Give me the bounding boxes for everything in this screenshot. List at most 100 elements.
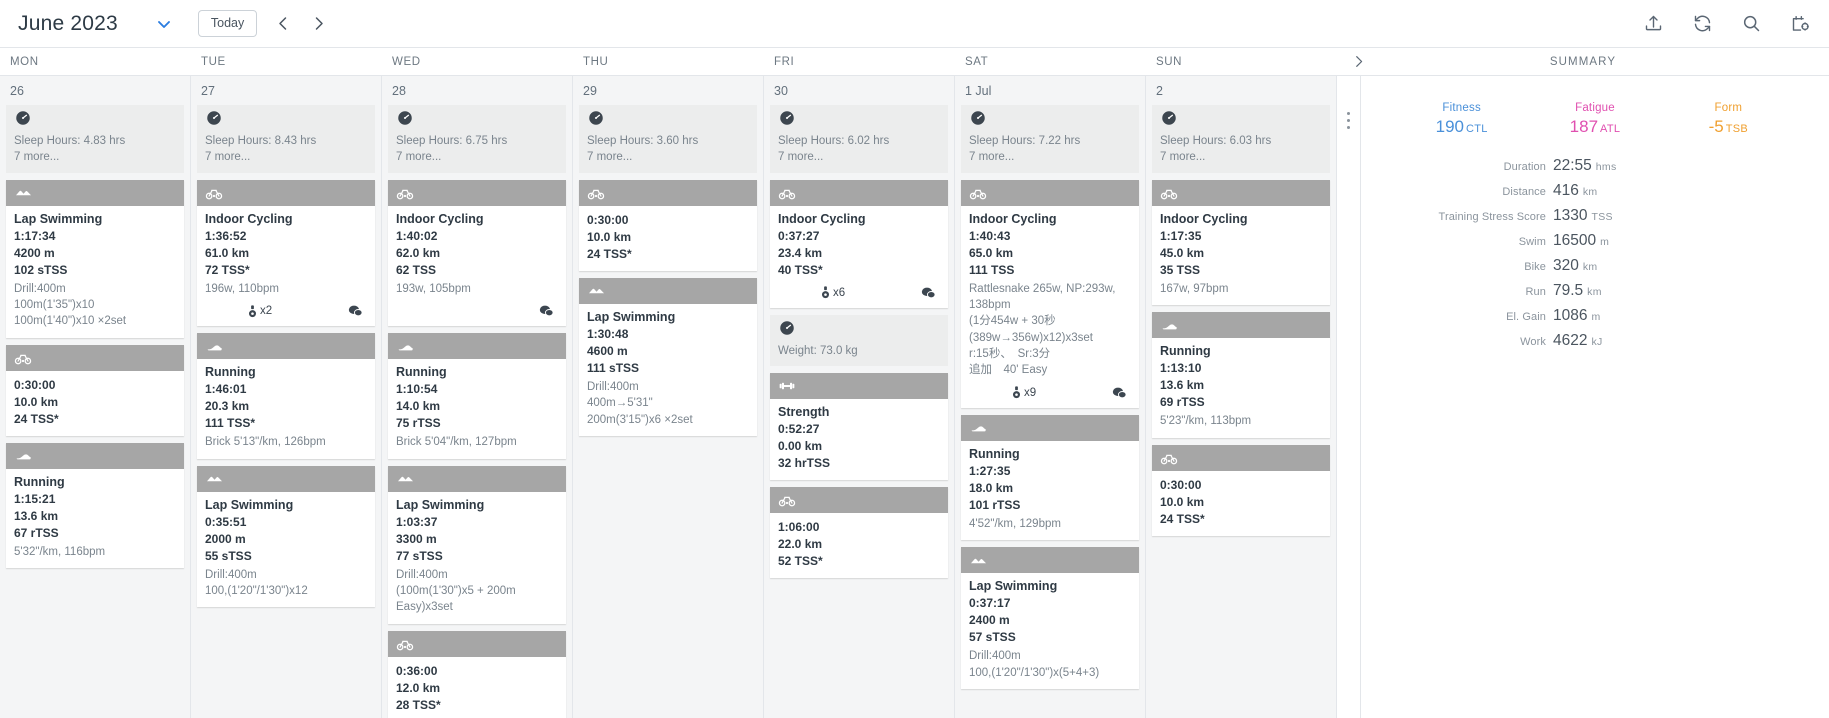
upload-icon[interactable] xyxy=(1643,13,1664,34)
summary-total-unit: m xyxy=(1600,236,1610,248)
activity-card-header xyxy=(197,465,375,492)
activity-title: Indoor Cycling xyxy=(1160,211,1248,226)
metric-card-header xyxy=(770,105,948,131)
activity-card[interactable]: Indoor Cycling 1:40:02 62.0 km 62 TSS 193w, … xyxy=(388,179,566,327)
activity-metric: 111 TSS xyxy=(969,262,1015,277)
comment-icon[interactable] xyxy=(1112,386,1127,400)
metric-card[interactable]: Sleep Hours: 6.75 hrs 7 more... xyxy=(388,105,566,173)
today-button[interactable]: Today xyxy=(197,10,258,37)
activity-card[interactable]: 0:36:00 12.0 km 28 TSS* xyxy=(388,630,566,718)
activity-card[interactable]: Running 1:13:10 13.6 km 69 rTSS 5'23"/km, 11… xyxy=(1152,312,1330,438)
activity-metric: 4600 m xyxy=(587,343,628,358)
activity-metric: 1:36:52 xyxy=(205,228,247,243)
activity-card[interactable]: 0:30:00 10.0 km 24 TSS* xyxy=(1152,444,1330,536)
summary-drag-handle[interactable] xyxy=(1337,76,1361,718)
activity-card[interactable]: Indoor Cycling 1:36:52 61.0 km 72 TSS* 196w,… xyxy=(197,179,375,327)
chevron-right-icon[interactable] xyxy=(1351,54,1366,69)
interval-badge[interactable]: x2 xyxy=(247,304,272,318)
activity-metric: 13.6 km xyxy=(14,508,59,523)
sync-icon[interactable] xyxy=(1692,13,1713,34)
activity-card[interactable]: Running 1:27:35 18.0 km 101 rTSS 4'52"/km, 1… xyxy=(961,414,1139,541)
next-period-button[interactable] xyxy=(310,15,327,32)
metric-card[interactable]: Weight: 73.0 kg xyxy=(770,314,948,367)
activity-metric: 1:03:37 xyxy=(396,514,438,529)
interval-badge-count: x6 xyxy=(832,286,846,299)
activity-card[interactable]: Indoor Cycling 0:37:27 23.4 km 40 TSS* x6 xyxy=(770,179,948,308)
activity-metric: 1:40:43 xyxy=(969,228,1011,243)
previous-period-button[interactable] xyxy=(275,15,292,32)
day-column: 1 Jul Sleep Hours: 7.22 hrs 7 more... Indoo… xyxy=(955,76,1146,718)
metric-card[interactable]: Sleep Hours: 7.22 hrs 7 more... xyxy=(961,105,1139,173)
activity-metric: 62 TSS xyxy=(396,262,437,277)
activity-note: 5'32"/km, 116bpm xyxy=(14,545,106,558)
summary-header: SUMMARY xyxy=(1337,48,1829,75)
metric-card[interactable]: Sleep Hours: 4.83 hrs 7 more... xyxy=(6,105,184,173)
activity-metric: 77 sTSS xyxy=(396,548,443,563)
activity-metric: 0:30:00 xyxy=(587,212,629,227)
interval-badge[interactable]: x6 xyxy=(820,286,845,299)
swim-icon xyxy=(205,469,224,488)
metric-card[interactable]: Sleep Hours: 8.43 hrs 7 more... xyxy=(197,105,375,173)
activity-metric: 0:30:00 xyxy=(14,377,56,392)
calendar-settings-icon[interactable] xyxy=(1790,13,1811,34)
activity-card-body: Indoor Cycling 1:36:52 61.0 km 72 TSS* 196w,… xyxy=(197,206,375,326)
day-number: 30 xyxy=(774,84,788,98)
activity-card-body: 0:30:00 10.0 km 24 TSS* xyxy=(6,371,184,436)
summary-total-value: 4622 xyxy=(1553,332,1588,349)
metric-card[interactable]: Sleep Hours: 6.03 hrs 7 more... xyxy=(1152,105,1330,173)
strength-icon xyxy=(778,377,796,395)
bike-icon xyxy=(969,184,987,202)
activity-card[interactable]: Lap Swimming 1:30:48 4600 m 111 sTSS Drill:4… xyxy=(579,277,757,436)
activity-card-header xyxy=(388,465,566,492)
comment-icon[interactable] xyxy=(921,286,936,300)
activity-metric: 1:17:35 xyxy=(1160,228,1202,243)
metric-card-body: Sleep Hours: 6.03 hrs 7 more... xyxy=(1152,131,1330,173)
metric-card[interactable]: Sleep Hours: 3.60 hrs 7 more... xyxy=(579,105,757,173)
run-icon xyxy=(969,418,988,437)
pmc-label: Fitness xyxy=(1442,102,1481,114)
swim-icon xyxy=(396,469,415,488)
activity-card[interactable]: Lap Swimming 0:35:51 2000 m 55 sTSS Drill:40… xyxy=(197,465,375,608)
pmc-fitness: Fitness 190 CTL xyxy=(1395,102,1528,137)
metric-line: Sleep Hours: 8.43 hrs xyxy=(205,135,317,147)
activity-card[interactable]: Running 1:46:01 20.3 km 111 TSS* Brick 5'13"… xyxy=(197,333,375,459)
day-header-tue: TUE xyxy=(201,55,226,68)
activity-card[interactable]: 0:30:00 10.0 km 24 TSS* xyxy=(579,179,757,271)
activity-card[interactable]: Lap Swimming 1:03:37 3300 m 77 sTSS Drill:40… xyxy=(388,465,566,624)
summary-total-row: Distance 416 km xyxy=(1391,182,1799,200)
metric-card-body: Sleep Hours: 3.60 hrs 7 more... xyxy=(579,131,757,173)
summary-total-row: Swim 16500 m xyxy=(1391,232,1799,250)
metric-card[interactable]: Sleep Hours: 6.02 hrs 7 more... xyxy=(770,105,948,173)
metric-line: 7 more... xyxy=(969,151,1015,164)
activity-card-header xyxy=(388,333,566,360)
activity-card-header xyxy=(770,373,948,400)
activity-card-body: Lap Swimming 1:03:37 3300 m 77 sTSS Drill:40… xyxy=(388,492,566,624)
activity-card[interactable]: Lap Swimming 1:17:34 4200 m 102 sTSS Drill:4… xyxy=(6,179,184,338)
activity-card[interactable]: Lap Swimming 0:37:17 2400 m 57 sTSS Drill:40… xyxy=(961,547,1139,689)
activity-card-header xyxy=(6,442,184,469)
activity-card[interactable]: Indoor Cycling 1:40:43 65.0 km 111 TSS Rattl… xyxy=(961,179,1139,408)
search-icon[interactable] xyxy=(1741,13,1762,34)
activity-metric: 0:36:00 xyxy=(396,663,438,678)
activity-card[interactable]: Indoor Cycling 1:17:35 45.0 km 35 TSS 167w, … xyxy=(1152,179,1330,306)
activity-card[interactable]: Running 1:10:54 14.0 km 75 rTSS Brick 5'04"/… xyxy=(388,333,566,459)
metric-line: Sleep Hours: 7.22 hrs xyxy=(969,135,1081,147)
summary-totals-list: Duration 22:55 hms Distance 416 km Training St… xyxy=(1391,157,1799,350)
activity-metric: 1:46:01 xyxy=(205,382,247,397)
interval-badge[interactable]: x9 xyxy=(1011,386,1036,399)
gauge-icon xyxy=(778,319,796,337)
activity-card[interactable]: Running 1:15:21 13.6 km 67 rTSS 5'32"/km, 11… xyxy=(6,442,184,569)
activity-metric: 0:35:51 xyxy=(205,514,247,529)
summary-total-value: 320 xyxy=(1553,257,1579,274)
drag-dots-icon[interactable] xyxy=(1347,112,1350,129)
activity-metric: 52 TSS* xyxy=(778,554,823,569)
activity-card[interactable]: Strength 0:52:27 0.00 km 32 hrTSS xyxy=(770,373,948,481)
day-number: 26 xyxy=(10,84,24,98)
activity-card[interactable]: 1:06:00 22.0 km 52 TSS* xyxy=(770,487,948,579)
activity-metric: 111 TSS* xyxy=(205,416,256,431)
pmc-row: Fitness 190 CTL Fatigue 187 ATL Form -5 TSB xyxy=(1391,102,1799,137)
chevron-down-icon[interactable] xyxy=(156,16,172,32)
comment-icon[interactable] xyxy=(539,304,554,318)
activity-card[interactable]: 0:30:00 10.0 km 24 TSS* xyxy=(6,344,184,436)
comment-icon[interactable] xyxy=(348,304,363,318)
